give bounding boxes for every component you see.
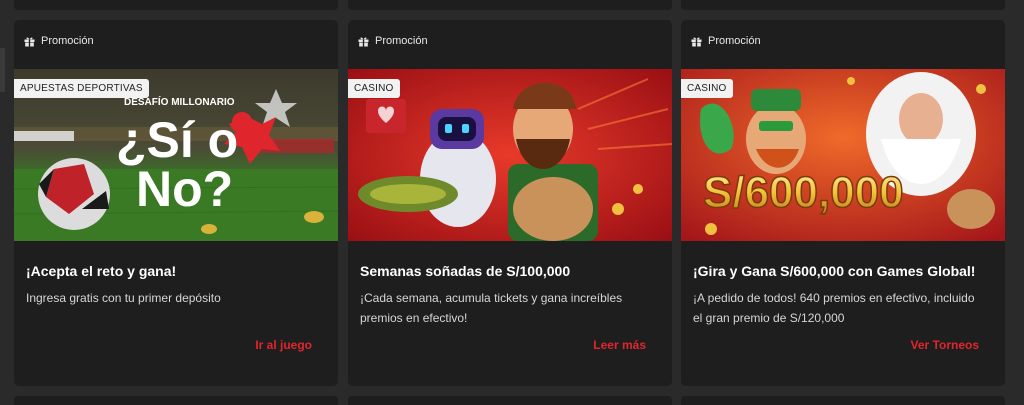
promo-card-sports[interactable]: Promoción DESAFÍO MILLONARIO ¿Sí o No? A…	[14, 20, 338, 386]
view-tournaments-link[interactable]: Ver Torneos	[911, 338, 979, 352]
promo-description: Ingresa gratis con tu primer depósito	[26, 291, 221, 305]
promo-card-casino-games-global[interactable]: Promoción S/600,000 CASINO ¡Gira y Gana …	[681, 20, 1005, 386]
previous-card-edge-3	[681, 0, 1005, 10]
promo-title: Semanas soñadas de S/100,000	[360, 263, 571, 279]
previous-card-edge-2	[348, 0, 672, 10]
promo-description: ¡A pedido de todos! 640 premios en efect…	[693, 291, 975, 325]
promo-label: Promoción	[708, 35, 761, 47]
play-game-link[interactable]: Ir al juego	[255, 338, 312, 352]
promo-label: Promoción	[375, 35, 428, 47]
promo-banner-image[interactable]: CASINO	[348, 69, 672, 241]
promo-header: Promoción	[24, 33, 94, 49]
gift-icon	[691, 36, 702, 47]
promo-label: Promoción	[41, 35, 94, 47]
promo-description: ¡Cada semana, acumula tickets y gana inc…	[360, 291, 623, 325]
scroll-edge	[0, 48, 5, 92]
banner-headline-1: ¿Sí o	[116, 112, 238, 168]
category-tag: CASINO	[681, 79, 733, 98]
promo-card-casino-weekly[interactable]: Promoción CASINO Semanas soñadas de S/10…	[348, 20, 672, 386]
next-card-edge-3	[681, 396, 1005, 405]
read-more-link[interactable]: Leer más	[593, 338, 646, 352]
next-card-edge-1	[14, 396, 338, 405]
promo-title: ¡Gira y Gana S/600,000 con Games Global!	[693, 263, 976, 279]
gift-icon	[24, 36, 35, 47]
promo-header: Promoción	[691, 33, 761, 49]
banner-headline-2: No?	[136, 161, 233, 217]
previous-card-edge-1	[14, 0, 338, 10]
promo-title: ¡Acepta el reto y gana!	[26, 263, 177, 279]
next-card-edge-2	[348, 396, 672, 405]
gift-icon	[358, 36, 369, 47]
promo-header: Promoción	[358, 33, 428, 49]
category-tag: CASINO	[348, 79, 400, 98]
banner-prize-amount: S/600,000	[703, 168, 904, 217]
category-tag: APUESTAS DEPORTIVAS	[14, 79, 149, 98]
promo-banner-image[interactable]: S/600,000 CASINO	[681, 69, 1005, 241]
promo-banner-image[interactable]: DESAFÍO MILLONARIO ¿Sí o No? APUESTAS DE…	[14, 69, 338, 241]
